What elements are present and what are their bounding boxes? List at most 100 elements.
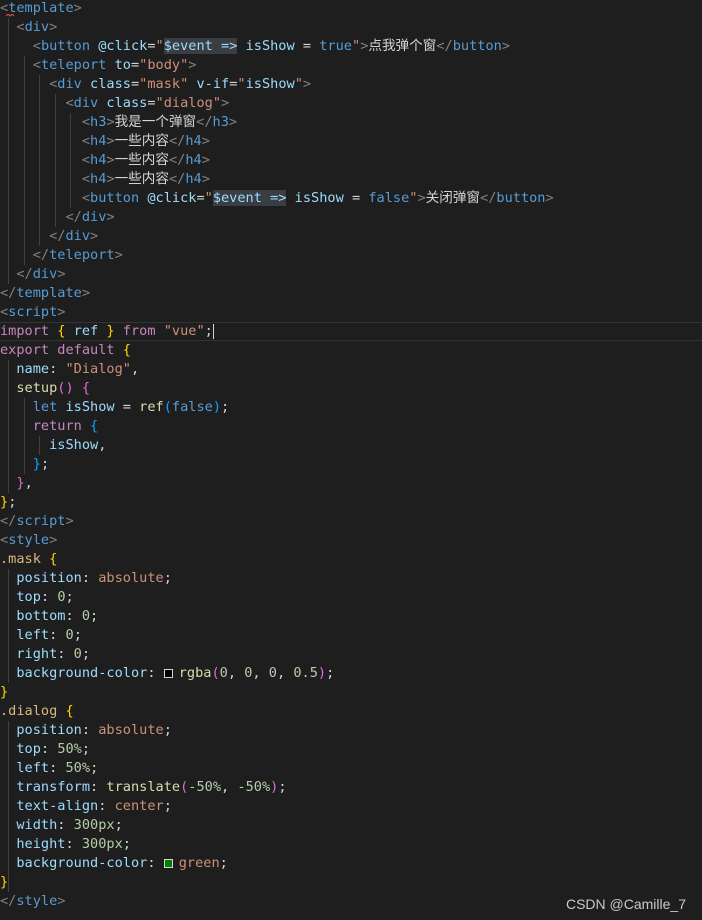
code-line[interactable]: <h4>一些内容</h4> [0, 132, 702, 151]
code-token: div [73, 95, 99, 111]
code-token: to [114, 57, 131, 73]
code-token: () [57, 380, 74, 396]
code-token: div [24, 19, 50, 35]
code-line[interactable]: } [0, 683, 702, 702]
code-token: h4 [90, 133, 107, 149]
code-token: ; [122, 836, 131, 852]
code-line[interactable]: </div> [0, 265, 702, 284]
code-line[interactable]: .mask { [0, 550, 702, 569]
code-line[interactable]: <h3>我是一个弹窗</h3> [0, 113, 702, 132]
code-token: import [0, 323, 50, 339]
code-token: ref [139, 399, 164, 415]
code-line[interactable]: } [0, 873, 702, 892]
code-token: = [130, 76, 140, 92]
code-line[interactable]: export default { [0, 341, 702, 360]
code-line[interactable]: }, [0, 474, 702, 493]
code-line[interactable]: left: 50%; [0, 759, 702, 778]
code-line[interactable]: <div class="dialog"> [0, 94, 702, 113]
code-line[interactable]: }; [0, 455, 702, 474]
code-token: isShow [49, 437, 99, 453]
code-line[interactable]: position: absolute; [0, 569, 702, 588]
code-token: $event => [163, 38, 238, 54]
code-token: h3 [212, 114, 229, 130]
code-token: = [147, 38, 156, 54]
code-line[interactable]: <button @click="$event => isShow = false… [0, 189, 702, 208]
color-swatch-icon[interactable] [163, 668, 173, 678]
code-editor[interactable]: <template> <div> <button @click="$event … [0, 0, 702, 920]
code-line[interactable]: transform: translate(-50%, -50%); [0, 778, 702, 797]
code-line[interactable]: position: absolute; [0, 721, 702, 740]
code-line[interactable]: top: 0; [0, 588, 702, 607]
code-token: top [16, 741, 41, 757]
color-swatch-icon[interactable] [163, 858, 173, 868]
code-line[interactable]: background-color: green; [0, 854, 702, 873]
code-token: rgba [178, 665, 212, 681]
code-line[interactable]: left: 0; [0, 626, 702, 645]
code-line[interactable]: height: 300px; [0, 835, 702, 854]
code-token: > [106, 133, 115, 149]
code-token: false [368, 190, 410, 206]
code-line[interactable]: name: "Dialog", [0, 360, 702, 379]
code-line[interactable]: <script> [0, 303, 702, 322]
code-line[interactable]: <template> [0, 0, 702, 18]
code-line[interactable]: import { ref } from "vue"; [0, 322, 702, 341]
code-line[interactable]: }; [0, 493, 702, 512]
code-line[interactable]: text-align: center; [0, 797, 702, 816]
code-token: > [65, 513, 74, 529]
code-line[interactable]: let isShow = ref(false); [0, 398, 702, 417]
code-token: 我是一个弹窗 [114, 114, 197, 130]
code-line[interactable]: </div> [0, 227, 702, 246]
code-token: 300px [81, 836, 123, 852]
code-token: : [98, 798, 115, 814]
code-token: 一些内容 [114, 152, 169, 168]
code-line[interactable]: <style> [0, 531, 702, 550]
code-token: : [57, 817, 74, 833]
code-token: > [201, 133, 210, 149]
code-line[interactable]: background-color: rgba(0, 0, 0, 0.5); [0, 664, 702, 683]
code-token: " [155, 38, 164, 54]
code-line[interactable]: bottom: 0; [0, 607, 702, 626]
code-line[interactable]: <div class="mask" v-if="isShow"> [0, 75, 702, 94]
code-line[interactable]: width: 300px; [0, 816, 702, 835]
code-token: : [49, 361, 66, 377]
code-token: : [57, 646, 74, 662]
code-line[interactable]: right: 0; [0, 645, 702, 664]
code-line[interactable]: setup() { [0, 379, 702, 398]
code-token: </ [0, 285, 17, 301]
code-token: = [114, 399, 140, 415]
code-token: : [65, 608, 82, 624]
code-token: 0 [268, 665, 277, 681]
code-line[interactable]: <teleport to="body"> [0, 56, 702, 75]
code-token: default [57, 342, 115, 358]
code-token: transform [16, 779, 91, 795]
code-line[interactable]: <h4>一些内容</h4> [0, 151, 702, 170]
watermark: CSDN @Camille_7 [565, 896, 686, 912]
code-line[interactable]: </template> [0, 284, 702, 303]
code-token: { [49, 551, 58, 567]
code-token: ; [326, 665, 335, 681]
code-line[interactable]: </teleport> [0, 246, 702, 265]
code-line[interactable]: <h4>一些内容</h4> [0, 170, 702, 189]
code-line[interactable]: isShow, [0, 436, 702, 455]
code-line[interactable]: return { [0, 417, 702, 436]
code-line[interactable]: top: 50%; [0, 740, 702, 759]
code-token: < [32, 38, 41, 54]
code-line[interactable]: </script> [0, 512, 702, 531]
code-token: > [201, 152, 210, 168]
code-line[interactable]: <div> [0, 18, 702, 37]
code-token: absolute [98, 722, 164, 738]
code-line[interactable]: </div> [0, 208, 702, 227]
code-line[interactable]: <button @click="$event => isShow = true"… [0, 37, 702, 56]
code-line[interactable]: .dialog { [0, 702, 702, 721]
code-token: ; [65, 589, 74, 605]
code-token: : [147, 665, 164, 681]
code-token: h4 [185, 152, 202, 168]
